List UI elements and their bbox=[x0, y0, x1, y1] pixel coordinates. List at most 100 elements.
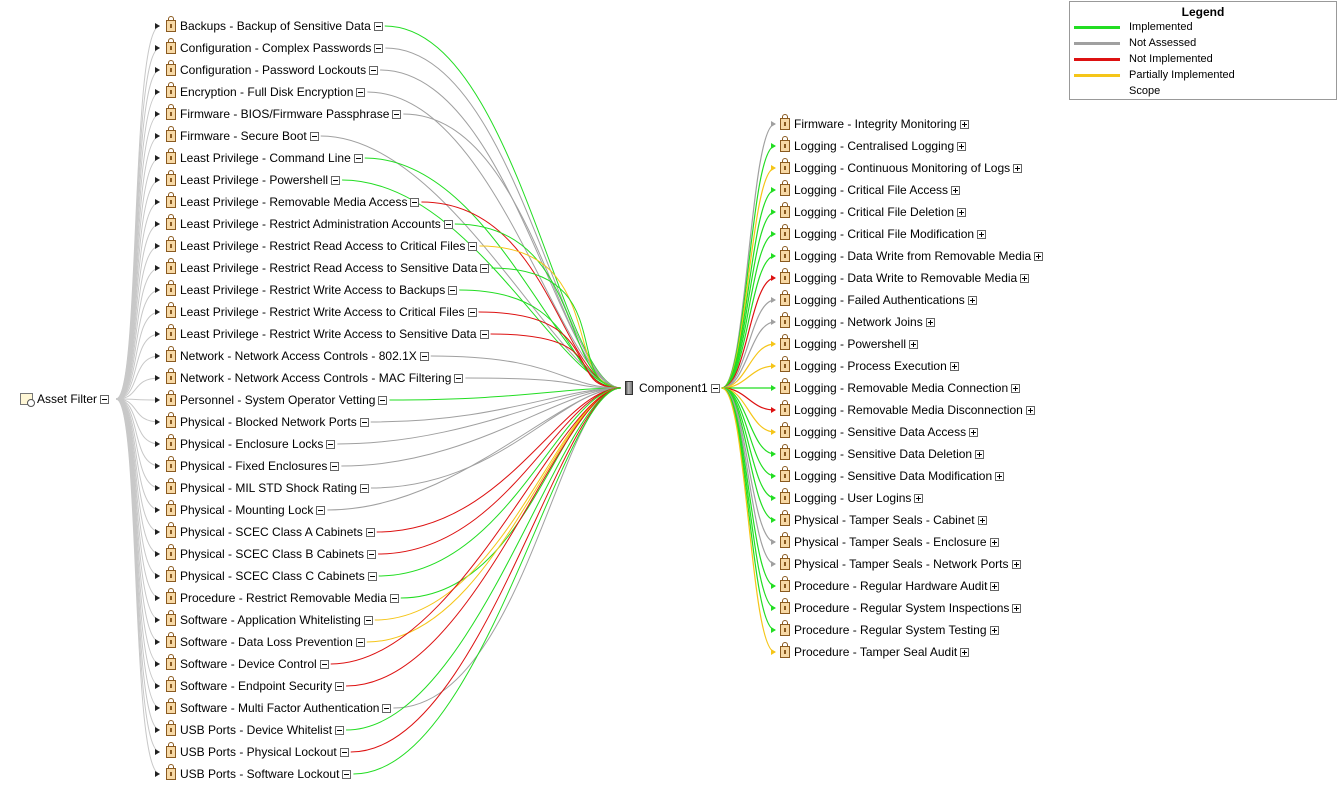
right-control-node[interactable]: Logging - Data Write from Removable Medi… bbox=[780, 246, 1044, 264]
left-control-node[interactable]: Least Privilege - Removable Media Access bbox=[166, 192, 420, 210]
expand-icon[interactable] bbox=[977, 515, 987, 525]
collapse-icon[interactable] bbox=[419, 351, 429, 361]
right-control-node[interactable]: Logging - User Logins bbox=[780, 488, 924, 506]
left-control-node[interactable]: Least Privilege - Restrict Write Access … bbox=[166, 324, 489, 342]
collapse-icon[interactable] bbox=[468, 241, 478, 251]
left-control-node[interactable]: Configuration - Password Lockouts bbox=[166, 60, 379, 78]
collapse-icon[interactable] bbox=[392, 109, 402, 119]
collapse-icon[interactable] bbox=[710, 383, 720, 393]
expand-icon[interactable] bbox=[977, 229, 987, 239]
right-control-node[interactable]: Physical - Tamper Seals - Network Ports bbox=[780, 554, 1021, 572]
expand-icon[interactable] bbox=[960, 647, 970, 657]
right-control-node[interactable]: Procedure - Regular System Inspections bbox=[780, 598, 1022, 616]
left-control-node[interactable]: Physical - MIL STD Shock Rating bbox=[166, 478, 369, 496]
collapse-icon[interactable] bbox=[339, 747, 349, 757]
collapse-icon[interactable] bbox=[378, 395, 388, 405]
expand-icon[interactable] bbox=[1012, 603, 1022, 613]
right-control-node[interactable]: Logging - Sensitive Data Modification bbox=[780, 466, 1005, 484]
right-control-node[interactable]: Logging - Critical File Access bbox=[780, 180, 961, 198]
left-control-node[interactable]: Least Privilege - Powershell bbox=[166, 170, 341, 188]
right-control-node[interactable]: Logging - Continuous Monitoring of Logs bbox=[780, 158, 1023, 176]
expand-icon[interactable] bbox=[1013, 163, 1023, 173]
left-control-node[interactable]: Software - Multi Factor Authentication bbox=[166, 698, 392, 716]
expand-icon[interactable] bbox=[967, 295, 977, 305]
right-control-node[interactable]: Logging - Removable Media Connection bbox=[780, 378, 1021, 396]
left-control-node[interactable]: Software - Endpoint Security bbox=[166, 676, 345, 694]
expand-icon[interactable] bbox=[925, 317, 935, 327]
expand-icon[interactable] bbox=[957, 141, 967, 151]
right-control-node[interactable]: Logging - Sensitive Data Deletion bbox=[780, 444, 985, 462]
expand-icon[interactable] bbox=[914, 493, 924, 503]
expand-icon[interactable] bbox=[989, 537, 999, 547]
collapse-icon[interactable] bbox=[365, 527, 375, 537]
left-control-node[interactable]: Firmware - Secure Boot bbox=[166, 126, 319, 144]
right-control-node[interactable]: Logging - Critical File Modification bbox=[780, 224, 987, 242]
left-control-node[interactable]: Physical - SCEC Class C Cabinets bbox=[166, 566, 377, 584]
expand-icon[interactable] bbox=[1020, 273, 1030, 283]
collapse-icon[interactable] bbox=[367, 571, 377, 581]
asset-filter-node[interactable]: Asset Filter bbox=[20, 391, 110, 407]
collapse-icon[interactable] bbox=[443, 219, 453, 229]
collapse-icon[interactable] bbox=[316, 505, 326, 515]
right-control-node[interactable]: Physical - Tamper Seals - Cabinet bbox=[780, 510, 987, 528]
expand-icon[interactable] bbox=[909, 339, 919, 349]
expand-icon[interactable] bbox=[1011, 383, 1021, 393]
expand-icon[interactable] bbox=[957, 207, 967, 217]
expand-icon[interactable] bbox=[995, 471, 1005, 481]
right-control-node[interactable]: Logging - Sensitive Data Access bbox=[780, 422, 979, 440]
collapse-icon[interactable] bbox=[369, 65, 379, 75]
left-control-node[interactable]: Network - Network Access Controls - MAC … bbox=[166, 368, 464, 386]
left-control-node[interactable]: Physical - Blocked Network Ports bbox=[166, 412, 369, 430]
left-control-node[interactable]: Least Privilege - Restrict Administratio… bbox=[166, 214, 453, 232]
right-control-node[interactable]: Logging - Critical File Deletion bbox=[780, 202, 967, 220]
expand-icon[interactable] bbox=[1011, 559, 1021, 569]
right-control-node[interactable]: Logging - Failed Authentications bbox=[780, 290, 977, 308]
expand-icon[interactable] bbox=[1025, 405, 1035, 415]
right-control-node[interactable]: Procedure - Regular Hardware Audit bbox=[780, 576, 1000, 594]
left-control-node[interactable]: Personnel - System Operator Vetting bbox=[166, 390, 388, 408]
collapse-icon[interactable] bbox=[319, 659, 329, 669]
expand-icon[interactable] bbox=[959, 119, 969, 129]
left-control-node[interactable]: Physical - Fixed Enclosures bbox=[166, 456, 340, 474]
collapse-icon[interactable] bbox=[356, 87, 366, 97]
collapse-icon[interactable] bbox=[335, 725, 345, 735]
right-control-node[interactable]: Logging - Powershell bbox=[780, 334, 919, 352]
collapse-icon[interactable] bbox=[342, 769, 352, 779]
right-control-node[interactable]: Physical - Tamper Seals - Enclosure bbox=[780, 532, 999, 550]
left-control-node[interactable]: Encryption - Full Disk Encryption bbox=[166, 82, 366, 100]
collapse-icon[interactable] bbox=[100, 394, 110, 404]
collapse-icon[interactable] bbox=[373, 21, 383, 31]
expand-icon[interactable] bbox=[990, 581, 1000, 591]
left-control-node[interactable]: Physical - Mounting Lock bbox=[166, 500, 326, 518]
expand-icon[interactable] bbox=[969, 427, 979, 437]
left-control-node[interactable]: Physical - SCEC Class B Cabinets bbox=[166, 544, 377, 562]
collapse-icon[interactable] bbox=[331, 175, 341, 185]
expand-icon[interactable] bbox=[975, 449, 985, 459]
right-control-node[interactable]: Logging - Centralised Logging bbox=[780, 136, 967, 154]
right-control-node[interactable]: Logging - Removable Media Disconnection bbox=[780, 400, 1035, 418]
collapse-icon[interactable] bbox=[359, 417, 369, 427]
collapse-icon[interactable] bbox=[326, 439, 336, 449]
collapse-icon[interactable] bbox=[367, 549, 377, 559]
collapse-icon[interactable] bbox=[467, 307, 477, 317]
right-control-node[interactable]: Logging - Data Write to Removable Media bbox=[780, 268, 1030, 286]
component-node[interactable]: Component1 bbox=[625, 380, 720, 396]
right-control-node[interactable]: Procedure - Regular System Testing bbox=[780, 620, 999, 638]
expand-icon[interactable] bbox=[951, 185, 961, 195]
collapse-icon[interactable] bbox=[330, 461, 340, 471]
right-control-node[interactable]: Logging - Network Joins bbox=[780, 312, 935, 330]
left-control-node[interactable]: USB Ports - Device Whitelist bbox=[166, 720, 345, 738]
collapse-icon[interactable] bbox=[374, 43, 384, 53]
left-control-node[interactable]: Configuration - Complex Passwords bbox=[166, 38, 384, 56]
collapse-icon[interactable] bbox=[309, 131, 319, 141]
left-control-node[interactable]: Least Privilege - Command Line bbox=[166, 148, 363, 166]
collapse-icon[interactable] bbox=[454, 373, 464, 383]
right-control-node[interactable]: Procedure - Tamper Seal Audit bbox=[780, 642, 970, 660]
collapse-icon[interactable] bbox=[335, 681, 345, 691]
collapse-icon[interactable] bbox=[389, 593, 399, 603]
left-control-node[interactable]: Backups - Backup of Sensitive Data bbox=[166, 16, 383, 34]
collapse-icon[interactable] bbox=[479, 329, 489, 339]
left-control-node[interactable]: Least Privilege - Restrict Read Access t… bbox=[166, 236, 478, 254]
expand-icon[interactable] bbox=[949, 361, 959, 371]
left-control-node[interactable]: Software - Device Control bbox=[166, 654, 329, 672]
